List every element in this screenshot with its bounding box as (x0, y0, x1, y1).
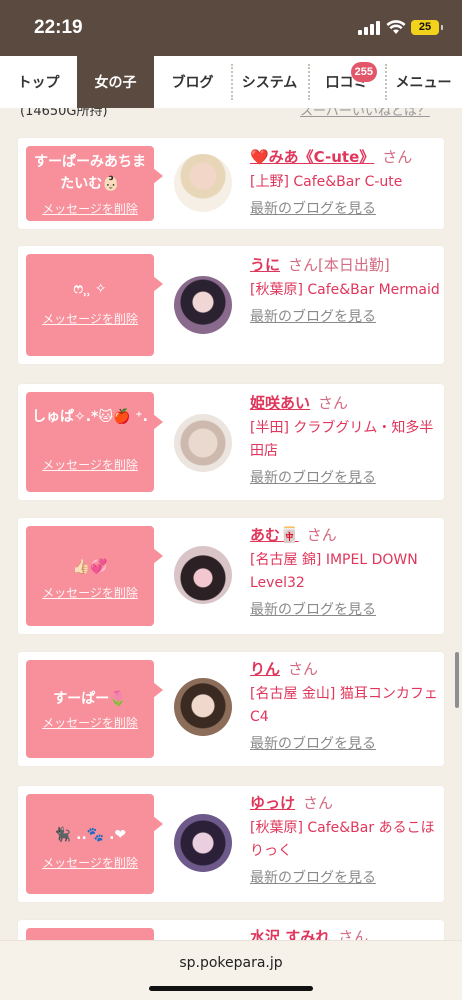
status-time: 22:19 (34, 17, 83, 38)
message-bubble: しゅぱ✧.*🐱🍎 ⁺. メッセージを削除 (26, 392, 163, 492)
scrollbar[interactable] (455, 652, 459, 708)
girl-name-link[interactable]: ❤️みあ《C-ute》 (250, 148, 374, 166)
honorific: さん (306, 526, 337, 544)
delete-message-link[interactable]: メッセージを削除 (26, 310, 154, 327)
tab-menu[interactable]: メニュー (385, 56, 462, 108)
girl-card: 水沢 すみれ さん (18, 920, 444, 940)
bubble-message: ෆ⸒⸒ ✧ (73, 281, 107, 297)
delete-message-link[interactable]: メッセージを削除 (26, 714, 154, 731)
message-bubble: 🐈‍⬛ ..🐾 .❤ メッセージを削除 (26, 794, 163, 894)
honorific: さん (382, 148, 413, 166)
latest-blog-link[interactable]: 最新のブログを見る (250, 599, 440, 619)
latest-blog-link[interactable]: 最新のブログを見る (250, 198, 440, 218)
girl-info: りん さん [名古屋 金山] 猫耳コンカフェ C4 最新のブログを見る (250, 658, 440, 753)
girl-info: ❤️みあ《C-ute》 さん [上野] Cafe&Bar C-ute 最新のブログ… (250, 146, 440, 218)
message-bubble: ෆ⸒⸒ ✧ メッセージを削除 (26, 254, 163, 356)
girl-name-link[interactable]: うに (250, 256, 280, 274)
shop-name[interactable]: [上野] Cafe&Bar C-ute (250, 171, 440, 194)
tab-top[interactable]: トップ (0, 56, 77, 108)
super-like-help-link[interactable]: スーパーいいねとは？ (300, 108, 430, 119)
avatar[interactable] (174, 154, 232, 212)
avatar[interactable] (174, 276, 232, 334)
girl-card: 🐈‍⬛ ..🐾 .❤ メッセージを削除 ゆっけ さん [秋葉原] Cafe&Bar… (18, 786, 444, 902)
honorific: さん (288, 256, 319, 274)
message-bubble (26, 928, 154, 940)
home-indicator[interactable] (149, 986, 313, 991)
avatar[interactable] (174, 678, 232, 736)
browser-url-bar[interactable]: sp.pokepara.jp (0, 940, 462, 1000)
girl-info: 姫咲あい さん [半田] クラブグリム・知多半田店 最新のブログを見る (250, 392, 440, 487)
girl-name-link[interactable]: ゆっけ (250, 794, 295, 812)
main-nav: トップ 女の子 ブログ システム 口コミ 255 メニュー (0, 56, 462, 108)
tab-blog[interactable]: ブログ (154, 56, 231, 108)
tab-label: 女の子 (94, 75, 137, 91)
url-text: sp.pokepara.jp (179, 955, 283, 971)
girl-name-link[interactable]: 姫咲あい (250, 394, 310, 412)
cellular-signal-icon (358, 21, 380, 35)
battery-icon: 25 (411, 20, 443, 35)
tab-label: システム (241, 75, 298, 91)
message-bubble: 👍🏻💞 メッセージを削除 (26, 526, 163, 626)
shop-name[interactable]: [名古屋 金山] 猫耳コンカフェ C4 (250, 683, 440, 729)
tab-label: ブログ (171, 75, 214, 91)
status-bar: 22:19 25 (0, 0, 462, 56)
honorific: さん (318, 394, 349, 412)
shop-name[interactable]: [秋葉原] Cafe&Bar あるこほりっく (250, 817, 440, 863)
honorific: さん (303, 794, 334, 812)
delete-message-link[interactable]: メッセージを削除 (26, 456, 154, 473)
latest-blog-link[interactable]: 最新のブログを見る (250, 467, 440, 487)
avatar[interactable] (174, 414, 232, 472)
bubble-message: すーぱー🌷 (53, 691, 127, 707)
honorific: さん (288, 660, 319, 678)
shop-name[interactable]: [半田] クラブグリム・知多半田店 (250, 417, 440, 463)
tab-system[interactable]: システム (231, 56, 308, 108)
girl-card: 👍🏻💞 メッセージを削除 あむ🀄 さん [名古屋 錦] IMPEL DOWN Le… (18, 518, 444, 634)
avatar[interactable] (174, 814, 232, 872)
shop-name[interactable]: [名古屋 錦] IMPEL DOWN Level32 (250, 549, 440, 595)
bubble-message: 👍🏻💞 (72, 559, 108, 575)
top-bar: 22:19 25 トップ 女の子 ブログ システム 口コミ 255 メニュー (0, 0, 462, 108)
shop-name[interactable]: [秋葉原] Cafe&Bar Mermaid (250, 279, 440, 302)
latest-blog-link[interactable]: 最新のブログを見る (250, 733, 440, 753)
favorites-list: (14650G所持) スーパーいいねとは？ すーぱーみあちまたいむ👶🏻 メッセー… (0, 108, 462, 940)
girl-card: しゅぱ✧.*🐱🍎 ⁺. メッセージを削除 姫咲あい さん [半田] クラブグリム・… (18, 384, 444, 500)
tab-label: メニュー (395, 75, 452, 91)
message-bubble: すーぱーみあちまたいむ👶🏻 メッセージを削除 (26, 146, 163, 221)
avatar[interactable] (174, 546, 232, 604)
delete-message-link[interactable]: メッセージを削除 (26, 584, 154, 601)
bubble-message: すーぱーみあちまたいむ👶🏻 (34, 154, 146, 192)
wifi-icon (386, 19, 406, 35)
latest-blog-link[interactable]: 最新のブログを見る (250, 306, 440, 326)
girl-info: 水沢 すみれ さん (250, 926, 440, 940)
delete-message-link[interactable]: メッセージを削除 (26, 854, 154, 871)
girl-name-link[interactable]: あむ🀄 (250, 526, 299, 544)
bubble-message: しゅぱ✧.*🐱🍎 ⁺. (32, 409, 148, 425)
delete-message-link[interactable]: メッセージを削除 (26, 200, 154, 217)
girl-info: あむ🀄 さん [名古屋 錦] IMPEL DOWN Level32 最新のブログを… (250, 524, 440, 619)
latest-blog-link[interactable]: 最新のブログを見る (250, 867, 440, 887)
girl-card: すーぱー🌷 メッセージを削除 りん さん [名古屋 金山] 猫耳コンカフェ C4 … (18, 652, 444, 766)
points-note: (14650G所持) (20, 108, 108, 119)
girl-name-link[interactable]: りん (250, 660, 280, 678)
message-bubble: すーぱー🌷 メッセージを削除 (26, 660, 163, 758)
honorific: さん (338, 928, 369, 940)
attendance-status: [本日出勤] (318, 256, 390, 274)
girl-name-link[interactable]: 水沢 すみれ (250, 928, 330, 940)
girl-info: ゆっけ さん [秋葉原] Cafe&Bar あるこほりっく 最新のブログを見る (250, 792, 440, 887)
girl-card: すーぱーみあちまたいむ👶🏻 メッセージを削除 ❤️みあ《C-ute》 さん [上野… (18, 138, 444, 229)
tab-girls[interactable]: 女の子 (77, 56, 154, 108)
girl-info: うに さん[本日出勤] [秋葉原] Cafe&Bar Mermaid 最新のブログ… (250, 254, 440, 326)
girl-card: ෆ⸒⸒ ✧ メッセージを削除 うに さん[本日出勤] [秋葉原] Cafe&Bar… (18, 246, 444, 364)
tab-label: トップ (17, 75, 60, 91)
bubble-message: 🐈‍⬛ ..🐾 .❤ (53, 827, 127, 843)
reviews-count-badge: 255 (350, 62, 377, 82)
tab-reviews[interactable]: 口コミ 255 (308, 56, 385, 108)
